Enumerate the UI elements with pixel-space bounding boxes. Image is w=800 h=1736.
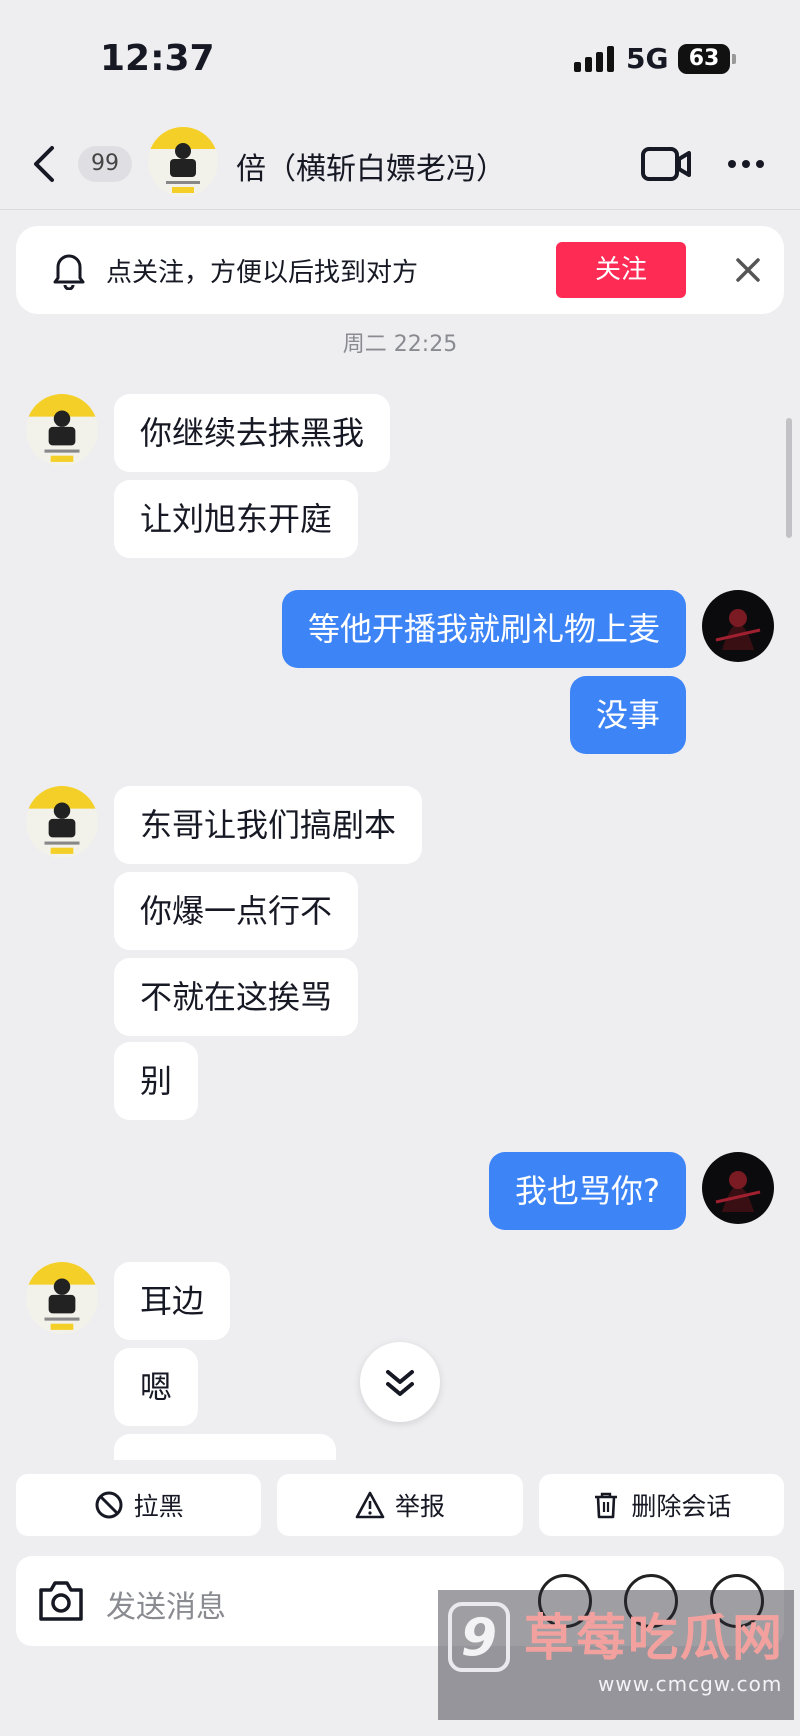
incoming-message[interactable]: 东哥让我们搞剧本 bbox=[114, 786, 423, 864]
site-watermark: 9 草莓吃瓜网 www.cmcgw.com bbox=[438, 1590, 794, 1720]
double-chevron-down-icon bbox=[386, 1370, 414, 1396]
self-message-avatar[interactable] bbox=[702, 1152, 774, 1224]
message-timestamp: 周二 22:25 bbox=[342, 332, 458, 357]
watermark-url: www.cmcgw.com bbox=[598, 1672, 783, 1696]
status-time: 12:37 bbox=[100, 38, 215, 79]
peer-avatar[interactable] bbox=[148, 127, 218, 197]
bell-icon bbox=[53, 254, 85, 290]
signal-icon bbox=[574, 46, 614, 72]
unread-count-badge[interactable]: 99 bbox=[78, 146, 132, 182]
outgoing-message[interactable]: 我也骂你? bbox=[489, 1152, 686, 1230]
follow-banner: 点关注，方便以后找到对方 关注 bbox=[16, 226, 784, 314]
trash-icon bbox=[595, 1492, 618, 1519]
outgoing-message[interactable]: 没事 bbox=[569, 676, 686, 754]
incoming-message[interactable]: 不就在这挨骂 bbox=[114, 958, 359, 1036]
follow-button[interactable]: 关注 bbox=[556, 242, 686, 298]
camera-icon[interactable] bbox=[36, 1578, 86, 1624]
self-message-avatar[interactable] bbox=[702, 590, 774, 662]
incoming-message[interactable]: 让刘旭东开庭 bbox=[114, 480, 359, 558]
peer-message-avatar[interactable] bbox=[26, 786, 98, 858]
scroll-to-bottom-button[interactable] bbox=[360, 1342, 440, 1422]
block-label: 拉黑 bbox=[133, 1492, 184, 1521]
close-icon[interactable] bbox=[728, 250, 768, 290]
block-icon bbox=[95, 1491, 123, 1519]
incoming-message[interactable]: 别 bbox=[114, 1042, 199, 1120]
network-type: 5G bbox=[626, 42, 669, 75]
message-input[interactable]: 发送消息 bbox=[106, 1582, 226, 1626]
warning-icon bbox=[355, 1491, 385, 1519]
report-button[interactable]: 举报 bbox=[277, 1474, 523, 1536]
back-chevron-icon[interactable] bbox=[30, 144, 60, 184]
peer-name[interactable]: 倍（横斩白嫖老冯） bbox=[236, 144, 506, 188]
incoming-message[interactable]: 耳边 bbox=[114, 1262, 231, 1340]
delete-label: 删除会话 bbox=[631, 1492, 732, 1521]
follow-banner-text: 点关注，方便以后找到对方 bbox=[106, 258, 419, 288]
report-label: 举报 bbox=[394, 1492, 445, 1521]
watermark-name: 草莓吃瓜网 bbox=[524, 1609, 784, 1667]
block-button[interactable]: 拉黑 bbox=[16, 1474, 262, 1536]
more-options-icon[interactable] bbox=[726, 152, 766, 176]
chat-header: 99 倍（横斩白嫖老冯） bbox=[0, 110, 800, 210]
outgoing-message[interactable]: 等他开播我就刷礼物上麦 bbox=[281, 590, 686, 668]
peer-message-avatar[interactable] bbox=[26, 394, 98, 466]
delete-conversation-button[interactable]: 删除会话 bbox=[538, 1474, 784, 1536]
video-call-icon[interactable] bbox=[640, 146, 692, 182]
incoming-message[interactable]: 嗯 bbox=[114, 1348, 199, 1426]
peer-message-avatar[interactable] bbox=[26, 1262, 98, 1334]
incoming-message[interactable]: 你爆一点行不 bbox=[114, 872, 359, 950]
status-bar: 12:37 5G 63 bbox=[0, 0, 800, 110]
incoming-message[interactable]: 你继续去抹黑我 bbox=[114, 394, 391, 472]
watermark-logo: 9 bbox=[448, 1602, 510, 1672]
battery-icon: 63 bbox=[678, 44, 736, 74]
scrollbar[interactable] bbox=[786, 418, 792, 538]
conversation-actions: 拉黑 举报 删除会话 bbox=[16, 1474, 784, 1536]
incoming-message-partial[interactable] bbox=[114, 1434, 336, 1460]
